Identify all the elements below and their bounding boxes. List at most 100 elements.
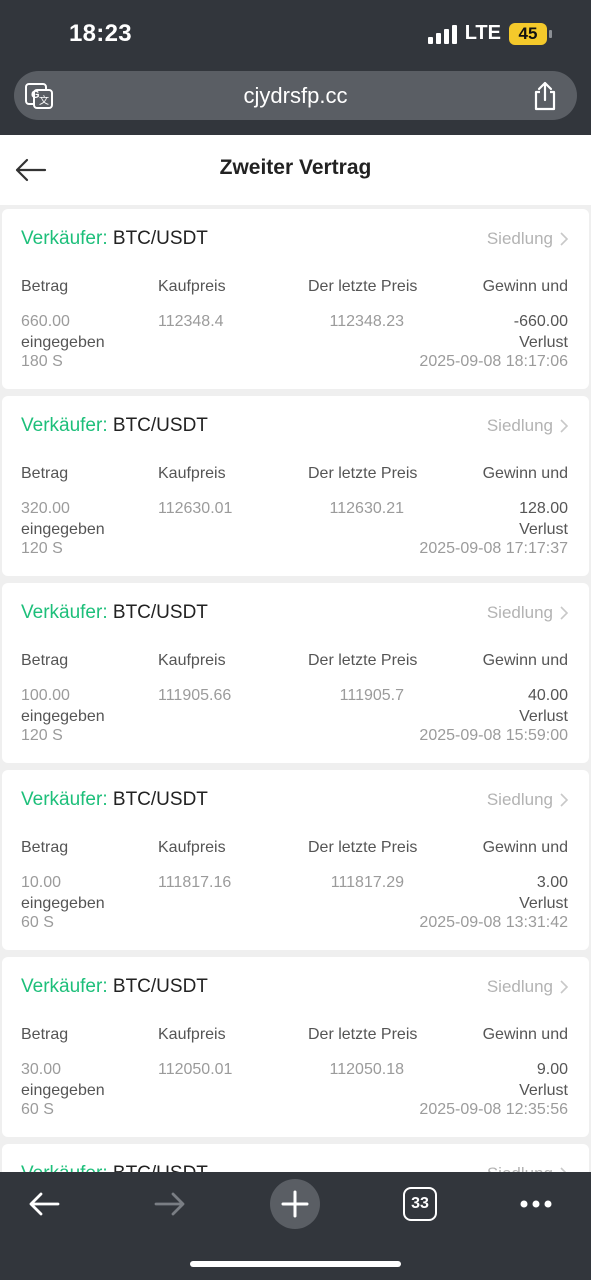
tabs-button[interactable]: 33	[403, 1187, 437, 1221]
order-side: Verkäufer:	[21, 1163, 108, 1172]
settle-label: Siedlung	[486, 603, 553, 622]
more-button[interactable]	[514, 1182, 558, 1226]
buy-price-value: 112348.4	[158, 313, 224, 330]
order-title: Verkäufer: BTC/USDT	[21, 602, 208, 624]
back-arrow-icon	[29, 1192, 60, 1216]
order-duration: 60 S	[21, 1101, 54, 1118]
pnl-header-sub: Verlust	[519, 521, 568, 538]
buy-price-header: Kaufpreis	[158, 465, 226, 482]
amount-header-sub: eingegeben	[21, 334, 105, 351]
pnl-header: Gewinn und	[482, 1026, 568, 1043]
last-price-value: 112050.18	[329, 1061, 404, 1078]
browser-toolbar: 33	[0, 1172, 591, 1280]
order-side: Verkäufer:	[21, 415, 108, 436]
order-card[interactable]: Verkäufer: BTC/USDT Siedlung Betrag Kauf…	[2, 396, 589, 576]
share-icon[interactable]	[531, 81, 559, 111]
order-duration: 180 S	[21, 353, 63, 370]
amount-header: Betrag	[21, 652, 69, 669]
order-card[interactable]: Verkäufer: BTC/USDT Siedlung Betrag Kauf…	[2, 770, 589, 950]
chevron-right-icon	[560, 793, 569, 807]
amount-header-sub: eingegeben	[21, 1082, 105, 1099]
order-pair: BTC/USDT	[112, 602, 208, 623]
buy-price-value: 112050.01	[158, 1061, 233, 1078]
buy-price-header: Kaufpreis	[158, 652, 226, 669]
battery-level: 45	[518, 23, 538, 43]
order-title: Verkäufer: BTC/USDT	[21, 1163, 208, 1172]
pnl-value: -660.00	[513, 313, 568, 330]
settle-link[interactable]: Siedlung	[487, 1164, 569, 1172]
network-type: LTE	[464, 22, 501, 44]
pnl-header-sub: Verlust	[519, 895, 568, 912]
pnl-value: 40.00	[527, 687, 568, 704]
settle-label: Siedlung	[486, 229, 553, 248]
page-title: Zweiter Vertrag	[219, 156, 372, 179]
chevron-right-icon	[560, 232, 569, 246]
signal-icon	[427, 24, 457, 44]
pnl-header: Gewinn und	[482, 465, 568, 482]
settle-label: Siedlung	[487, 1164, 553, 1172]
new-tab-button[interactable]	[270, 1179, 320, 1229]
order-pair: BTC/USDT	[112, 415, 208, 436]
amount-value: 10.00	[21, 874, 62, 891]
order-card[interactable]: Verkäufer: BTC/USDT Siedlung Betrag Kauf…	[2, 583, 589, 763]
chevron-right-icon	[560, 980, 569, 994]
browser-back-button[interactable]	[22, 1182, 66, 1226]
order-card[interactable]: Verkäufer: BTC/USDT Siedlung Betrag Kauf…	[2, 209, 589, 389]
address-bar[interactable]: G 文 cjydrsfp.cc	[14, 71, 577, 120]
last-price-header: Der letzte Preis	[308, 465, 418, 482]
chevron-right-icon	[560, 606, 569, 620]
pnl-header-sub: Verlust	[519, 334, 568, 351]
url-text[interactable]: cjydrsfp.cc	[14, 83, 577, 109]
buy-price-header: Kaufpreis	[158, 278, 226, 295]
settle-link[interactable]: Siedlung	[487, 603, 569, 623]
last-price-header: Der letzte Preis	[308, 278, 418, 295]
amount-header: Betrag	[21, 465, 69, 482]
settle-link[interactable]: Siedlung	[487, 977, 569, 997]
order-title: Verkäufer: BTC/USDT	[21, 976, 208, 998]
settle-label: Siedlung	[486, 790, 553, 809]
last-price-header: Der letzte Preis	[308, 839, 418, 856]
settle-link[interactable]: Siedlung	[487, 416, 569, 436]
amount-value: 30.00	[21, 1061, 62, 1078]
browser-chrome: 18:23 LTE 45 G 文 cjydrsfp.cc	[0, 0, 591, 135]
order-title: Verkäufer: BTC/USDT	[21, 789, 208, 811]
amount-header: Betrag	[21, 278, 69, 295]
order-pair: BTC/USDT	[112, 228, 208, 249]
pnl-value: 128.00	[519, 500, 568, 517]
pnl-value: 3.00	[536, 874, 568, 891]
home-indicator[interactable]	[190, 1261, 401, 1267]
buy-price-value: 111817.16	[158, 874, 232, 891]
order-duration: 120 S	[21, 540, 63, 557]
amount-header-sub: eingegeben	[21, 521, 105, 538]
buy-price-header: Kaufpreis	[158, 839, 226, 856]
order-pair: BTC/USDT	[112, 976, 208, 997]
more-icon	[520, 1200, 552, 1208]
order-list: Verkäufer: BTC/USDT Siedlung Betrag Kauf…	[0, 209, 591, 1172]
last-price-header: Der letzte Preis	[308, 652, 418, 669]
order-side: Verkäufer:	[21, 976, 108, 997]
order-time: 2025-09-08 18:17:06	[419, 353, 568, 370]
forward-arrow-icon	[154, 1192, 185, 1216]
settle-link[interactable]: Siedlung	[487, 790, 569, 810]
amount-header: Betrag	[21, 1026, 69, 1043]
order-duration: 60 S	[21, 914, 54, 931]
order-time: 2025-09-08 12:35:56	[419, 1101, 568, 1118]
order-card[interactable]: Verkäufer: BTC/USDT Siedlung	[2, 1144, 589, 1172]
order-time: 2025-09-08 13:31:42	[419, 914, 568, 931]
settle-link[interactable]: Siedlung	[487, 229, 569, 249]
pnl-value: 9.00	[536, 1061, 568, 1078]
order-title: Verkäufer: BTC/USDT	[21, 415, 208, 437]
last-price-header: Der letzte Preis	[308, 1026, 418, 1043]
amount-value: 320.00	[21, 500, 70, 517]
amount-header: Betrag	[21, 839, 69, 856]
order-card[interactable]: Verkäufer: BTC/USDT Siedlung Betrag Kauf…	[2, 957, 589, 1137]
order-time: 2025-09-08 17:17:37	[419, 540, 568, 557]
browser-forward-button[interactable]	[148, 1182, 192, 1226]
settle-label: Siedlung	[486, 416, 553, 435]
order-pair: BTC/USDT	[112, 789, 208, 810]
order-title: Verkäufer: BTC/USDT	[21, 228, 208, 250]
settle-label: Siedlung	[486, 977, 553, 996]
amount-header-sub: eingegeben	[21, 895, 105, 912]
buy-price-header: Kaufpreis	[158, 1026, 226, 1043]
amount-header-sub: eingegeben	[21, 708, 105, 725]
